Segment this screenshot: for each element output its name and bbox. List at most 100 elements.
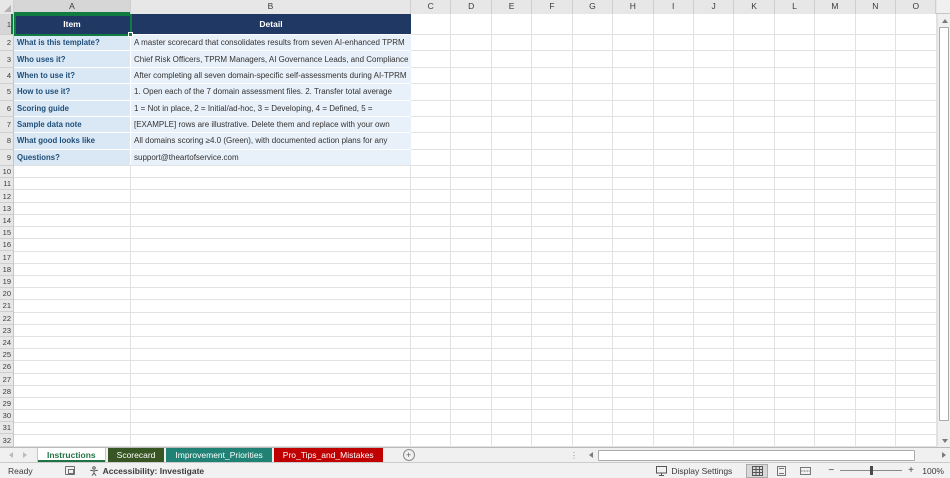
vertical-scroll-thumb[interactable] xyxy=(939,27,949,421)
tab-scroll-right-icon[interactable] xyxy=(23,452,27,458)
column-header-C[interactable]: C xyxy=(411,0,452,14)
column-header-D[interactable]: D xyxy=(451,0,492,14)
column-header-A[interactable]: A xyxy=(14,0,131,14)
zoom-percentage[interactable]: 100% xyxy=(920,466,950,476)
cell-B4[interactable]: After completing all seven domain-specif… xyxy=(131,67,411,84)
column-header-I[interactable]: I xyxy=(653,0,694,14)
column-header-M[interactable]: M xyxy=(815,0,856,14)
row-header-31[interactable]: 31 xyxy=(0,422,13,435)
zoom-in-button[interactable]: + xyxy=(908,466,914,476)
accessibility-status[interactable]: Accessibility: Investigate xyxy=(89,466,204,476)
column-header-J[interactable]: J xyxy=(693,0,735,14)
row-header-1[interactable]: 1 xyxy=(0,14,13,35)
column-header-G[interactable]: G xyxy=(572,0,614,14)
vertical-scrollbar[interactable] xyxy=(937,14,950,447)
display-settings-button[interactable]: Display Settings xyxy=(656,465,746,476)
page-break-preview-button[interactable] xyxy=(794,464,816,478)
cell-B3[interactable]: Chief Risk Officers, TPRM Managers, AI G… xyxy=(131,51,411,67)
sheet-tab-scorecard[interactable]: Scorecard xyxy=(107,448,165,462)
sheet-tab-instructions[interactable]: Instructions xyxy=(37,448,106,462)
column-header-L[interactable]: L xyxy=(774,0,816,14)
tab-scroll-left-icon[interactable] xyxy=(9,452,13,458)
row-header-17[interactable]: 17 xyxy=(0,251,13,264)
row-header-24[interactable]: 24 xyxy=(0,336,13,350)
row-header-20[interactable]: 20 xyxy=(0,288,13,301)
row-header-29[interactable]: 29 xyxy=(0,397,13,411)
cell-A2[interactable]: What is this template? xyxy=(14,35,131,51)
row-header-2[interactable]: 2 xyxy=(0,35,13,52)
page-layout-view-button[interactable] xyxy=(770,464,792,478)
grid-view-icon xyxy=(751,465,763,476)
cell-A4[interactable]: When to use it? xyxy=(14,67,131,84)
cell-B7[interactable]: [EXAMPLE] rows are illustrative. Delete … xyxy=(131,116,411,133)
normal-view-button[interactable] xyxy=(746,463,769,478)
row-header-9[interactable]: 9 xyxy=(0,149,13,166)
sheet-tab-pro_tips_and_mistakes[interactable]: Pro_Tips_and_Mistakes xyxy=(273,448,383,462)
tab-splitter-handle[interactable]: ⋮ xyxy=(570,451,578,460)
row-header-26[interactable]: 26 xyxy=(0,361,13,374)
horizontal-scrollbar[interactable] xyxy=(578,448,950,462)
scroll-down-button[interactable] xyxy=(938,434,950,447)
column-header-H[interactable]: H xyxy=(613,0,654,14)
cell-B8[interactable]: All domains scoring ≥4.0 (Green), with d… xyxy=(131,133,411,149)
row-header-23[interactable]: 23 xyxy=(0,324,13,337)
row-header-19[interactable]: 19 xyxy=(0,275,13,289)
header-cell-item[interactable]: Item xyxy=(14,14,131,34)
cell-A5[interactable]: How to use it? xyxy=(14,84,131,100)
row-header-21[interactable]: 21 xyxy=(0,300,13,313)
cell-A8[interactable]: What good looks like xyxy=(14,133,131,149)
select-all-corner[interactable] xyxy=(0,0,14,14)
row-header-13[interactable]: 13 xyxy=(0,202,13,215)
row-header-4[interactable]: 4 xyxy=(0,67,13,85)
column-header-B[interactable]: B xyxy=(131,0,411,14)
column-header-N[interactable]: N xyxy=(855,0,897,14)
cell-A7[interactable]: Sample data note xyxy=(14,116,131,133)
cell-B5[interactable]: 1. Open each of the 7 domain assessment … xyxy=(131,84,411,100)
row-header-6[interactable]: 6 xyxy=(0,100,13,117)
row-header-10[interactable]: 10 xyxy=(0,166,13,179)
cell-B9[interactable]: support@theartofservice.com xyxy=(131,149,411,165)
macro-record-icon[interactable] xyxy=(64,466,75,475)
row-header-16[interactable]: 16 xyxy=(0,239,13,252)
grid-cells-area[interactable]: Item Detail What is this template? A mast… xyxy=(14,14,937,447)
row-header-27[interactable]: 27 xyxy=(0,373,13,386)
row-header-15[interactable]: 15 xyxy=(0,227,13,240)
column-header-F[interactable]: F xyxy=(532,0,573,14)
zoom-slider-thumb[interactable] xyxy=(870,466,874,475)
row-header-8[interactable]: 8 xyxy=(0,133,13,150)
scroll-up-button[interactable] xyxy=(938,14,950,27)
scroll-left-button[interactable] xyxy=(584,448,597,462)
cell-A3[interactable]: Who uses it? xyxy=(14,51,131,67)
cell-B6[interactable]: 1 = Not in place, 2 = Initial/ad-hoc, 3 … xyxy=(131,100,411,116)
table-row: Who uses it? Chief Risk Officers, TPRM Ma… xyxy=(14,51,411,68)
row-header-32[interactable]: 32 xyxy=(0,434,13,447)
cell-A6[interactable]: Scoring guide xyxy=(14,100,131,116)
column-header-E[interactable]: E xyxy=(491,0,533,14)
tab-navigation xyxy=(0,448,37,462)
row-header-14[interactable]: 14 xyxy=(0,214,13,228)
row-header-18[interactable]: 18 xyxy=(0,263,13,276)
row-header-22[interactable]: 22 xyxy=(0,312,13,325)
add-sheet-button[interactable]: + xyxy=(402,449,415,461)
table-header-row: Item Detail xyxy=(14,14,411,35)
row-header-30[interactable]: 30 xyxy=(0,410,13,423)
vertical-scroll-track[interactable] xyxy=(938,421,950,434)
zoom-slider[interactable] xyxy=(840,466,903,475)
column-header-K[interactable]: K xyxy=(734,0,775,14)
header-cell-detail[interactable]: Detail xyxy=(131,14,411,34)
cell-B2[interactable]: A master scorecard that consolidates res… xyxy=(131,35,411,51)
sheet-tab-improvement_priorities[interactable]: Improvement_Priorities xyxy=(166,448,272,462)
row-header-11[interactable]: 11 xyxy=(0,178,13,191)
column-header-O[interactable]: O xyxy=(896,0,937,14)
row-header-25[interactable]: 25 xyxy=(0,349,13,362)
zoom-out-button[interactable]: − xyxy=(828,466,834,476)
row-header-7[interactable]: 7 xyxy=(0,116,13,134)
row-header-12[interactable]: 12 xyxy=(0,190,13,203)
row-header-5[interactable]: 5 xyxy=(0,84,13,101)
row-header-3[interactable]: 3 xyxy=(0,51,13,68)
cell-A9[interactable]: Questions? xyxy=(14,149,131,165)
scroll-right-button[interactable] xyxy=(937,448,950,462)
horizontal-scroll-track[interactable] xyxy=(597,449,937,461)
row-header-28[interactable]: 28 xyxy=(0,385,13,398)
horizontal-scroll-thumb[interactable] xyxy=(598,449,915,461)
